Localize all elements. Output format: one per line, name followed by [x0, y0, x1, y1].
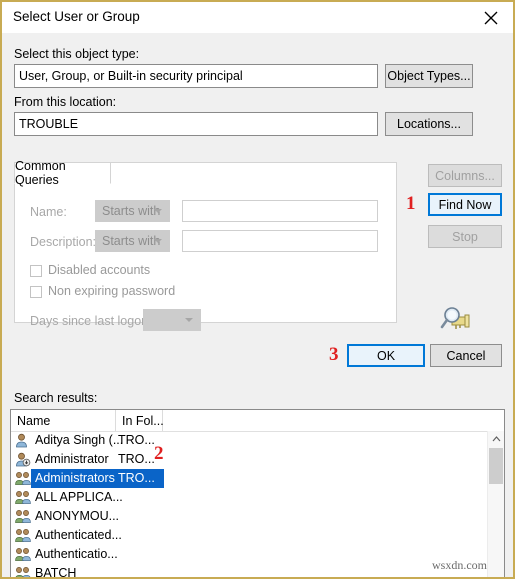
row-name: Authenticatio... [35, 547, 118, 561]
row-name: Administrators [35, 471, 115, 485]
object-type-label: Select this object type: [14, 47, 140, 61]
user-icon [15, 433, 31, 448]
days-since-last-logon-select[interactable] [143, 309, 201, 331]
annotation-step-1: 1 [406, 193, 416, 214]
object-type-input[interactable]: User, Group, or Built-in security princi… [14, 64, 378, 88]
row-folder [116, 508, 120, 510]
group-icon [15, 566, 31, 577]
row-name: Administrator [35, 452, 109, 466]
table-row-selected[interactable]: Administrators TRO... [11, 469, 489, 488]
row-folder [116, 546, 120, 548]
name-condition-select[interactable]: Starts with [95, 200, 170, 222]
stop-button[interactable]: Stop [428, 225, 502, 248]
scrollbar-thumb[interactable] [489, 448, 503, 484]
table-row[interactable]: ANONYMOU... [11, 507, 489, 526]
name-condition-value: Starts with [102, 204, 161, 218]
table-row[interactable]: Authenticated... [11, 526, 489, 545]
find-now-button[interactable]: Find Now [428, 193, 502, 216]
chevron-down-icon [185, 318, 193, 322]
row-name: Aditya Singh (... [35, 433, 124, 447]
table-row[interactable]: Authenticatio... [11, 545, 489, 564]
non-expiring-password-checkbox[interactable] [30, 286, 42, 298]
annotation-step-3: 3 [329, 344, 339, 365]
search-results-label: Search results: [14, 391, 98, 405]
location-input[interactable]: TROUBLE [14, 112, 378, 136]
description-condition-value: Starts with [102, 234, 161, 248]
row-folder: TRO... [118, 452, 155, 466]
tab-common-queries[interactable]: Common Queries [14, 159, 111, 187]
locations-button[interactable]: Locations... [385, 112, 473, 136]
magnifier-key-icon [439, 305, 473, 335]
table-row[interactable]: BATCH [11, 564, 489, 579]
row-folder [116, 527, 120, 529]
user-arrow-icon [15, 452, 31, 467]
row-folder [116, 565, 120, 567]
column-header-in-folder[interactable]: In Fol... [116, 410, 164, 431]
row-name: ANONYMOU... [35, 509, 120, 523]
listview-rows: Aditya Singh (... TRO... Administrator T… [11, 431, 489, 579]
column-header-name[interactable]: Name [11, 410, 116, 431]
row-name: ALL APPLICA... [35, 490, 123, 504]
description-label: Description: [30, 235, 96, 249]
ok-button[interactable]: OK [347, 344, 425, 367]
object-types-button[interactable]: Object Types... [385, 64, 473, 88]
table-row[interactable]: Aditya Singh (... TRO... [11, 431, 489, 450]
dialog-client-area: Select this object type: User, Group, or… [2, 33, 513, 577]
window-title: Select User or Group [13, 9, 140, 24]
select-user-or-group-dialog: Select User or Group Select this object … [0, 0, 515, 579]
watermark-text: wsxdn.com [432, 558, 487, 572]
location-label: From this location: [14, 95, 117, 109]
title-bar: Select User or Group [2, 2, 513, 34]
row-folder: TRO... [118, 471, 155, 485]
group-icon [15, 471, 31, 486]
cancel-button[interactable]: Cancel [430, 344, 502, 367]
non-expiring-password-label: Non expiring password [48, 284, 176, 298]
group-icon [15, 528, 31, 543]
row-name: BATCH [35, 566, 77, 579]
group-icon [15, 509, 31, 524]
row-folder: TRO... [118, 433, 155, 447]
description-input[interactable] [182, 230, 378, 252]
row-name: Authenticated... [35, 528, 122, 542]
chevron-down-icon [154, 209, 162, 213]
days-since-last-logon-label: Days since last logon: [30, 314, 152, 328]
row-folder [116, 489, 120, 491]
annotation-step-2: 2 [154, 443, 164, 464]
description-condition-select[interactable]: Starts with [95, 230, 170, 252]
name-input[interactable] [182, 200, 378, 222]
group-icon [15, 547, 31, 562]
scroll-up-icon[interactable] [488, 431, 504, 447]
name-label: Name: [30, 205, 67, 219]
disabled-accounts-label: Disabled accounts [48, 263, 151, 277]
group-icon [15, 490, 31, 505]
listview-scrollbar[interactable] [487, 431, 504, 577]
disabled-accounts-checkbox[interactable] [30, 265, 42, 277]
table-row[interactable]: ALL APPLICA... [11, 488, 489, 507]
table-row[interactable]: Administrator TRO... [11, 450, 489, 469]
chevron-down-icon [154, 239, 162, 243]
listview-header: Name In Fol... [11, 410, 504, 432]
close-icon[interactable] [469, 2, 513, 33]
columns-button[interactable]: Columns... [428, 164, 502, 187]
search-results-listview[interactable]: Name In Fol... Aditya Singh (... TRO... [10, 409, 505, 579]
